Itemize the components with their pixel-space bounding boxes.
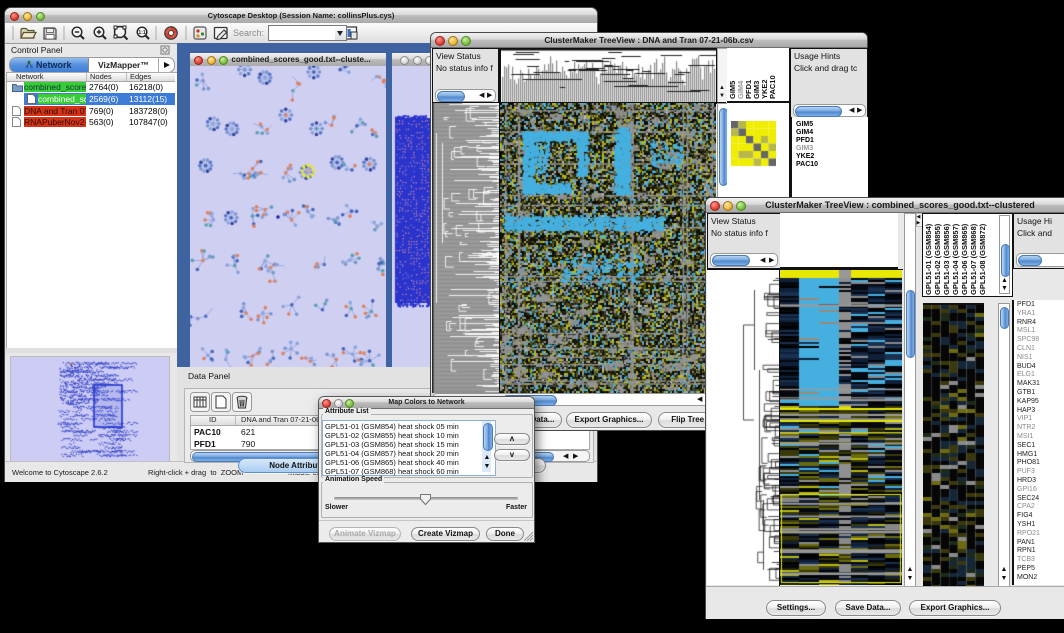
svg-text:1:1: 1:1 — [138, 30, 145, 36]
